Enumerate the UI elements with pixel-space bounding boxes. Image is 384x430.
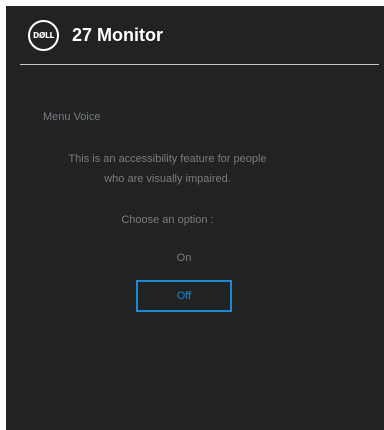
osd-menu-panel: DØLL 27 Monitor Menu Voice This is an ac… [6, 6, 384, 430]
option-on-button[interactable]: On [136, 242, 232, 274]
option-off-button[interactable]: Off [136, 280, 232, 312]
description-line-1: This is an accessibility feature for peo… [68, 153, 267, 165]
dell-logo-icon: DØLL [28, 20, 59, 51]
description-line-2: who are visually impaired. [104, 173, 231, 185]
monitor-title: 27 Monitor [72, 25, 164, 45]
section-label: Menu Voice [43, 111, 101, 123]
header-divider [20, 64, 379, 65]
osd-header: DØLL 27 Monitor [6, 6, 384, 64]
choose-option-prompt: Choose an option : [121, 214, 214, 226]
